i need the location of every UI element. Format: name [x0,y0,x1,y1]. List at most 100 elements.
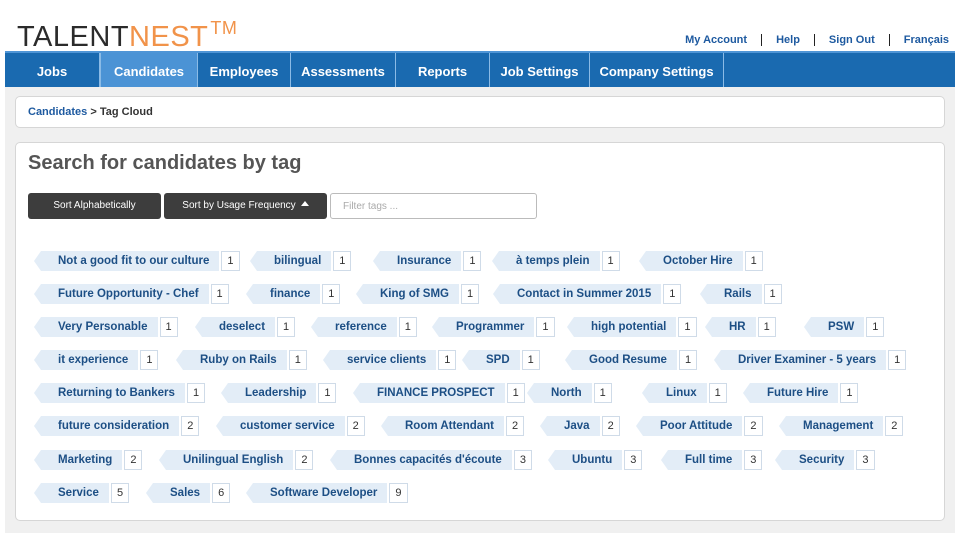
tag-label[interactable]: Insurance [372,251,462,271]
tag-item[interactable]: Linux 1 [642,383,727,403]
tag-label[interactable]: SPD [462,350,520,370]
tag-item[interactable]: King of SMG 1 [356,284,480,304]
tag-item[interactable]: Ubuntu 3 [547,450,643,470]
tag-item[interactable]: Marketing 2 [33,450,143,470]
tag-label[interactable]: North [527,383,592,403]
tag-label[interactable]: reference [311,317,397,337]
tag-label[interactable]: Very Personable [34,317,158,337]
tag-item[interactable]: it experience 1 [33,350,159,370]
tag-item[interactable]: service clients 1 [322,350,457,370]
tag-label[interactable]: high potential [566,317,677,337]
tag-item[interactable]: Programmer 1 [431,317,555,337]
my-account-link[interactable]: My Account [685,34,747,46]
nav-job-settings[interactable]: Job Settings [490,53,590,87]
tag-item[interactable]: Driver Examiner - 5 years 1 [713,350,907,370]
tag-label[interactable]: Java [540,416,600,436]
tag-label[interactable]: Bonnes capacités d'écoute [330,450,512,470]
tag-item[interactable]: FINANCE PROSPECT 1 [353,383,525,403]
tag-item[interactable]: à temps plein 1 [492,251,620,271]
tag-label[interactable]: PSW [803,317,865,337]
tag-label[interactable]: Sales [145,483,211,503]
tag-label[interactable]: bilingual [249,251,332,271]
nav-reports[interactable]: Reports [396,53,490,87]
tag-label[interactable]: FINANCE PROSPECT [353,383,505,403]
tag-item[interactable]: Ruby on Rails 1 [176,350,307,370]
tag-label[interactable]: Future Hire [742,383,839,403]
tag-item[interactable]: PSW 1 [803,317,885,337]
tag-label[interactable]: Linux [642,383,707,403]
tag-item[interactable]: customer service 2 [216,416,365,436]
tag-label[interactable]: Leadership [220,383,317,403]
tag-label[interactable]: customer service [216,416,345,436]
tag-item[interactable]: reference 1 [311,317,417,337]
tag-item[interactable]: Future Opportunity - Chef 1 [34,284,229,304]
tag-item[interactable]: Sales 6 [145,483,231,503]
tag-label[interactable]: Full time [660,450,743,470]
tag-item[interactable]: Very Personable 1 [34,317,178,337]
tag-label[interactable]: Management [778,416,884,436]
tag-item[interactable]: October Hire 1 [639,251,763,271]
tag-item[interactable]: Service 5 [34,483,130,503]
sort-alphabetically-button[interactable]: Sort Alphabetically [28,193,161,219]
breadcrumb-candidates-link[interactable]: Candidates [28,106,87,118]
talentnest-logo[interactable]: TALENTNEST TM [17,12,237,53]
language-link[interactable]: Français [904,34,949,46]
tag-label[interactable]: Ubuntu [547,450,623,470]
sign-out-link[interactable]: Sign Out [829,34,875,46]
tag-item[interactable]: HR 1 [705,317,776,337]
tag-item[interactable]: North 1 [527,383,612,403]
tag-label[interactable]: Unilingual English [158,450,294,470]
tag-item[interactable]: Room Attendant 2 [380,416,525,436]
tag-label[interactable]: it experience [33,350,139,370]
tag-label[interactable]: Software Developer [245,483,388,503]
tag-item[interactable]: Unilingual English 2 [158,450,314,470]
tag-item[interactable]: SPD 1 [462,350,540,370]
tag-label[interactable]: Good Resume [565,350,677,370]
tag-label[interactable]: Security [774,450,855,470]
tag-item[interactable]: Full time 3 [660,450,763,470]
tag-item[interactable]: Returning to Bankers 1 [34,383,206,403]
tag-label[interactable]: Contact in Summer 2015 [492,284,662,304]
tag-label[interactable]: HR [705,317,756,337]
tag-label[interactable]: Service [34,483,109,503]
tag-item[interactable]: future consideration 2 [33,416,200,436]
tag-label[interactable]: Marketing [33,450,123,470]
tag-item[interactable]: Management 2 [778,416,904,436]
nav-candidates[interactable]: Candidates [100,53,198,87]
tag-item[interactable]: Java 2 [540,416,620,436]
tag-label[interactable]: Future Opportunity - Chef [34,284,209,304]
nav-company-settings[interactable]: Company Settings [590,53,724,87]
tag-label[interactable]: Not a good fit to our culture [33,251,220,271]
tag-item[interactable]: Leadership 1 [220,383,337,403]
sort-by-frequency-button[interactable]: Sort by Usage Frequency [164,193,327,219]
tag-item[interactable]: Software Developer 9 [245,483,408,503]
tag-item[interactable]: Good Resume 1 [565,350,698,370]
tag-item[interactable]: Insurance 1 [372,251,482,271]
tag-label[interactable]: Poor Attitude [635,416,743,436]
tag-label[interactable]: deselect [194,317,276,337]
tag-label[interactable]: October Hire [639,251,743,271]
tag-label[interactable]: Programmer [431,317,535,337]
tag-label[interactable]: service clients [322,350,437,370]
tag-item[interactable]: bilingual 1 [249,251,352,271]
tag-item[interactable]: Security 3 [774,450,875,470]
nav-employees[interactable]: Employees [198,53,291,87]
tag-label[interactable]: à temps plein [492,251,600,271]
tag-label[interactable]: King of SMG [356,284,459,304]
nav-assessments[interactable]: Assessments [291,53,396,87]
help-link[interactable]: Help [776,34,800,46]
tag-item[interactable]: finance 1 [245,284,341,304]
tag-label[interactable]: future consideration [33,416,180,436]
tag-item[interactable]: Rails 1 [700,284,782,304]
tag-item[interactable]: deselect 1 [194,317,296,337]
tag-label[interactable]: Rails [700,284,762,304]
nav-jobs[interactable]: Jobs [5,53,100,87]
tag-label[interactable]: Room Attendant [380,416,505,436]
tag-item[interactable]: high potential 1 [566,317,697,337]
tag-item[interactable]: Contact in Summer 2015 1 [492,284,682,304]
tag-item[interactable]: Bonnes capacités d'écoute 3 [330,450,532,470]
tag-item[interactable]: Poor Attitude 2 [635,416,763,436]
tag-label[interactable]: Driver Examiner - 5 years [713,350,887,370]
tag-item[interactable]: Future Hire 1 [742,383,859,403]
tag-label[interactable]: Returning to Bankers [34,383,185,403]
